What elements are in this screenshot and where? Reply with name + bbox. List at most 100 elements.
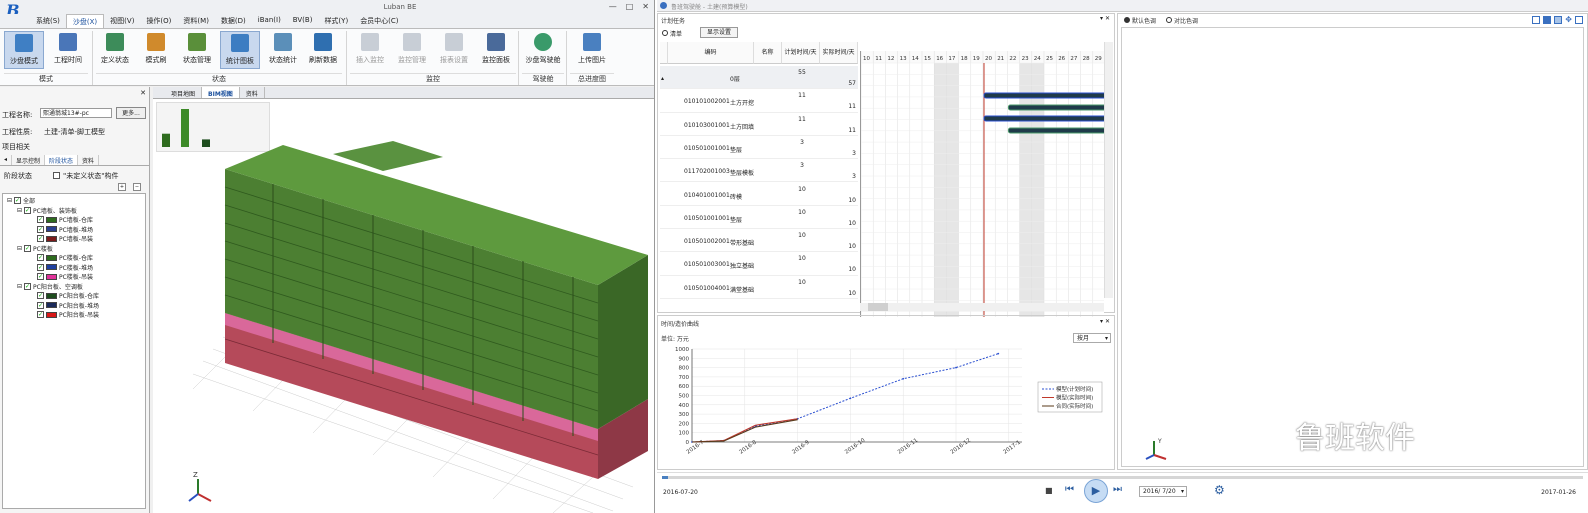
stat-board-button[interactable]: 统计图板: [220, 31, 260, 69]
view-front-icon[interactable]: [1543, 16, 1552, 24]
mode-brush-button[interactable]: 模式刷: [138, 31, 174, 69]
contrast-tone-radio-icon[interactable]: [1166, 17, 1172, 23]
period-select[interactable]: 按月 ▾: [1073, 333, 1111, 343]
tree-leaf[interactable]: ✓ PC墙板-吊装: [37, 234, 93, 243]
tree-checkbox[interactable]: ✓: [37, 311, 44, 318]
tree-checkbox[interactable]: ✓: [37, 216, 44, 223]
default-tone-radio-icon[interactable]: [1124, 17, 1130, 23]
tree-checkbox[interactable]: ✓: [24, 282, 32, 290]
state-stat-button[interactable]: 状态统计: [264, 31, 302, 69]
tab-material[interactable]: 资料: [78, 155, 100, 165]
menu-system[interactable]: 系统(S): [30, 14, 66, 28]
display-settings-button[interactable]: 显示设置: [700, 27, 738, 38]
tree-checkbox[interactable]: ✓: [37, 254, 44, 261]
menu-data[interactable]: 数据(D): [215, 14, 252, 28]
tree-group[interactable]: ⊟ ✓ PC墙板、装饰板: [17, 206, 77, 215]
tab-arrow-left-icon[interactable]: ◂: [0, 155, 13, 165]
tree-checkbox[interactable]: ✓: [37, 292, 44, 299]
tab-viewport-material[interactable]: 资料: [240, 87, 265, 98]
tree-checkbox[interactable]: ✓: [37, 263, 44, 271]
gantt-bar[interactable]: [1007, 127, 1104, 134]
timeline-progress-track[interactable]: [662, 476, 1583, 479]
tree-root[interactable]: ⊟ ✓ 全部: [7, 196, 35, 205]
gantt-vertical-scrollbar[interactable]: [1104, 42, 1113, 298]
bim-viewport[interactable]: 项目地图 BIM视图 资料 Z: [153, 87, 654, 513]
state-manage-button[interactable]: 状态管理: [178, 31, 216, 69]
view-reset-icon[interactable]: [1575, 16, 1583, 24]
tree-leaf[interactable]: ✓ PC墙板-仓库: [37, 215, 93, 224]
tree-checkbox[interactable]: ✓: [14, 197, 22, 204]
monitor-manage-button[interactable]: 监控管理: [392, 31, 432, 69]
more-button[interactable]: 更多...: [116, 107, 146, 119]
tree-leaf[interactable]: ✓ PC墙板-堆场: [37, 225, 93, 234]
define-state-button[interactable]: 定义状态: [96, 31, 134, 69]
plan-header-3[interactable]: 实际时间/天: [820, 42, 858, 64]
plan-header-0[interactable]: 编码: [668, 42, 754, 64]
fast-forward-icon[interactable]: ⏭: [1113, 484, 1122, 495]
sandbox-mode-button[interactable]: 沙盘模式: [4, 31, 44, 69]
menu-material[interactable]: 资料(M): [177, 14, 215, 28]
collapse-icon[interactable]: −: [133, 183, 141, 191]
close-icon[interactable]: ✕: [642, 2, 649, 11]
tab-bim-view[interactable]: BIM视图: [202, 87, 240, 98]
tree-leaf[interactable]: ✓ PC楼板-堆场: [37, 263, 93, 272]
gantt-bar[interactable]: [983, 115, 1104, 122]
view-side-icon[interactable]: [1554, 16, 1563, 24]
pan-icon[interactable]: ✥: [1565, 16, 1572, 24]
gantt-bar[interactable]: [983, 92, 1104, 99]
menu-sandbox[interactable]: 沙盘(X): [65, 14, 105, 28]
insert-monitor-button[interactable]: 插入监控: [350, 31, 390, 69]
tab-project-map[interactable]: 项目地图: [165, 87, 203, 98]
menu-view[interactable]: 视图(V): [104, 14, 140, 28]
cockpit-button[interactable]: 沙盘驾驶舱: [522, 31, 564, 69]
list-radio-icon[interactable]: [662, 30, 668, 36]
current-date-picker[interactable]: 2016/ 7/20 ▾: [1139, 486, 1187, 497]
project-select[interactable]: 熙通翁城13#-pc: [40, 108, 112, 118]
upload-image-button[interactable]: 上传图片: [572, 31, 612, 69]
tab-stage-state[interactable]: 阶段状态: [45, 155, 79, 165]
tree-toggle-icon[interactable]: ⊟: [17, 245, 22, 252]
expand-icon[interactable]: +: [118, 183, 126, 191]
curve-panel-close-icon[interactable]: ▾ ✕: [1100, 318, 1110, 325]
tree-group[interactable]: ⊟ ✓ PC阳台板、空调板: [17, 282, 83, 291]
plan-header-2[interactable]: 计划时间/天: [782, 42, 820, 64]
monitor-panel-button[interactable]: 监控面板: [476, 31, 516, 69]
undefined-state-checkbox[interactable]: [53, 172, 60, 179]
rewind-icon[interactable]: ⏮: [1065, 484, 1074, 495]
tree-checkbox[interactable]: ✓: [24, 206, 32, 214]
tree-checkbox[interactable]: ✓: [37, 301, 44, 309]
menu-style[interactable]: 样式(Y): [318, 14, 354, 28]
tree-toggle-icon[interactable]: ⊟: [7, 197, 12, 204]
tree-checkbox[interactable]: ✓: [37, 235, 44, 242]
row-collapse-icon[interactable]: ▴: [661, 75, 664, 82]
plan-panel-close-icon[interactable]: ▾ ✕: [1100, 15, 1110, 22]
gantt-horizontal-scrollbar[interactable]: [860, 303, 1104, 311]
model-3d-view[interactable]: Y: [1121, 27, 1584, 467]
settings-gear-icon[interactable]: ⚙: [1214, 483, 1225, 497]
maximize-icon[interactable]: □: [626, 2, 634, 11]
menu-bv[interactable]: BV(B): [287, 14, 319, 28]
tree-toggle-icon[interactable]: ⊟: [17, 207, 22, 214]
gantt-bar[interactable]: [1007, 104, 1104, 111]
report-settings-button[interactable]: 报表设置: [434, 31, 474, 69]
play-button[interactable]: ▶: [1084, 479, 1108, 503]
stop-icon[interactable]: ■: [1045, 486, 1053, 495]
tree-leaf[interactable]: ✓ PC楼板-吊装: [37, 272, 93, 281]
tree-checkbox[interactable]: ✓: [37, 225, 44, 233]
menu-member[interactable]: 会员中心(C): [354, 14, 404, 28]
panel-close-icon[interactable]: ✕: [140, 89, 146, 97]
minimize-icon[interactable]: —: [609, 2, 617, 11]
tab-display-control[interactable]: 显示控制: [12, 155, 46, 165]
tree-leaf[interactable]: ✓ PC阳台板-堆场: [37, 301, 99, 310]
tree-checkbox[interactable]: ✓: [37, 273, 44, 280]
tree-leaf[interactable]: ✓ PC阳台板-吊装: [37, 310, 99, 319]
tree-toggle-icon[interactable]: ⊟: [17, 283, 22, 290]
menu-iban[interactable]: iBan(I): [252, 14, 287, 28]
project-time-button[interactable]: 工程时间: [48, 31, 88, 69]
plan-header-1[interactable]: 名称: [754, 42, 782, 64]
menu-operate[interactable]: 操作(O): [140, 14, 177, 28]
tree-checkbox[interactable]: ✓: [24, 244, 32, 252]
tree-leaf[interactable]: ✓ PC阳台板-仓库: [37, 291, 99, 300]
tree-leaf[interactable]: ✓ PC楼板-仓库: [37, 253, 93, 262]
refresh-data-button[interactable]: 刷新数据: [304, 31, 342, 69]
